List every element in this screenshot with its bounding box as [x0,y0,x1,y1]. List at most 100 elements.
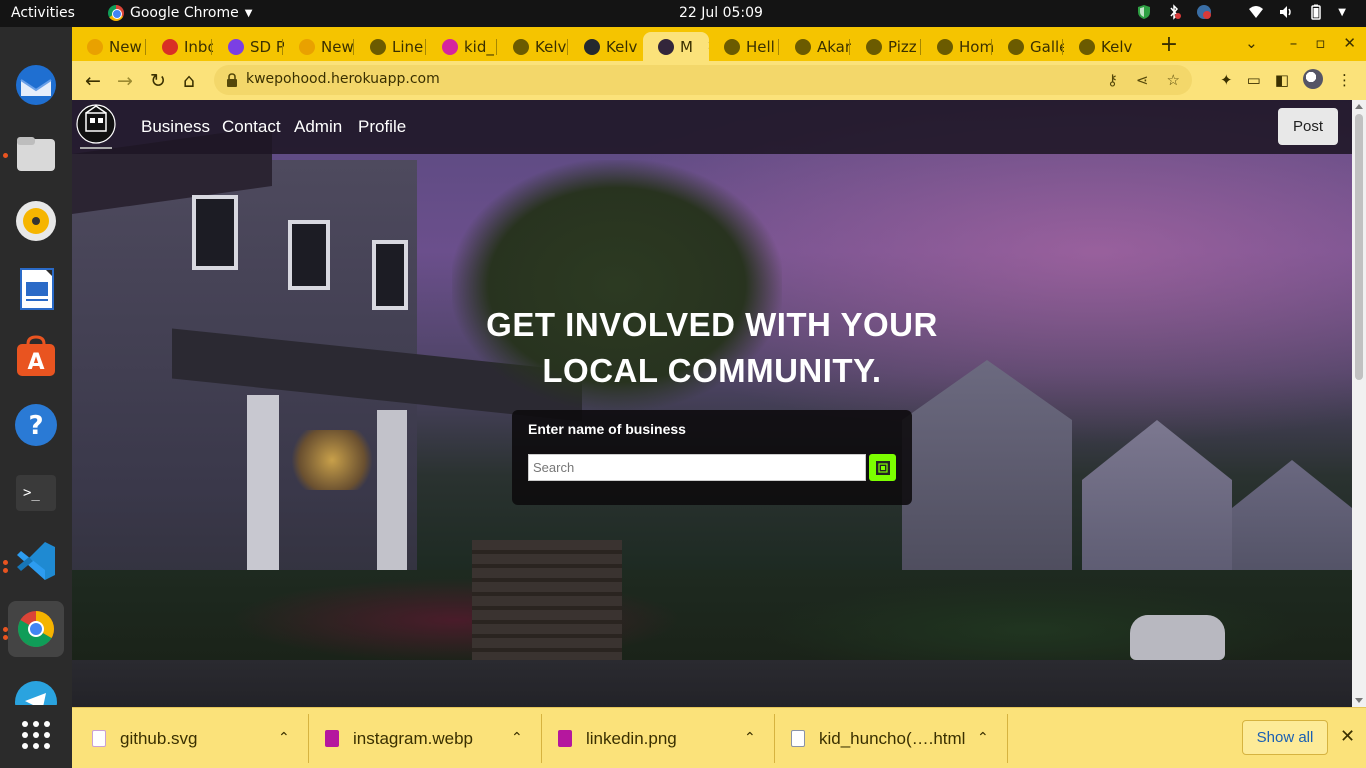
scroll-down-arrow-icon[interactable] [1355,698,1363,703]
forward-button[interactable]: → [112,68,138,94]
minimize-button[interactable]: – [1290,34,1298,52]
bluetooth-icon[interactable] [1166,4,1182,20]
home-button[interactable]: ⌂ [176,68,202,94]
nav-link-business[interactable]: Business [141,117,210,137]
nav-link-admin[interactable]: Admin [294,117,342,137]
dock-item-software[interactable]: A [8,329,64,385]
profile-avatar-icon[interactable] [1303,69,1323,89]
business-search-card: Enter name of business [512,410,912,505]
svg-text:A: A [27,350,44,375]
back-button[interactable]: ← [80,68,106,94]
dock-item-chrome[interactable] [8,601,64,657]
download-item[interactable]: instagram.webp [325,708,473,768]
cast-icon[interactable]: ▭ [1247,71,1261,89]
download-item[interactable]: kid_huncho(….html [791,708,965,768]
show-applications-button[interactable] [8,707,64,763]
power-menu-chevron-icon[interactable]: ▼ [1338,7,1346,18]
share-icon[interactable]: ⋖ [1136,71,1149,89]
thunderbird-icon [16,65,56,105]
browser-tab[interactable]: kid_ [427,32,498,61]
close-window-button[interactable]: ✕ [1343,34,1356,52]
window-2 [288,220,330,290]
lock-icon[interactable] [226,72,238,91]
address-bar[interactable]: kwepohood.herokuapp.com ⚷ ⋖ ☆ [214,65,1192,95]
battery-icon[interactable] [1308,4,1324,20]
shield-icon[interactable] [1136,4,1152,20]
hero-title-line-1: GET INVOLVED WITH YOUR [486,306,938,343]
scrollbar-thumb[interactable] [1355,114,1363,380]
browser-tab[interactable]: Akar [780,32,851,61]
volume-icon[interactable] [1278,4,1294,20]
browser-tab[interactable]: Hell [709,32,780,61]
tab-favicon-icon [795,38,811,55]
update-notifier-icon[interactable] [1196,4,1212,20]
new-tab-button[interactable]: + [1157,32,1181,57]
dock-item-files[interactable] [8,126,64,182]
dock-item-writer[interactable] [8,261,64,317]
search-label: Enter name of business [528,421,686,437]
browser-tab[interactable]: New [72,32,143,61]
page-scrollbar[interactable] [1352,100,1366,707]
tab-favicon-icon [658,38,674,55]
browser-tab[interactable]: Line [355,32,427,61]
extensions-puzzle-icon[interactable]: ✦ [1220,71,1233,89]
download-item[interactable]: linkedin.png [558,708,677,768]
dock-item-vscode[interactable] [8,533,64,589]
browser-tab[interactable]: New [284,32,355,61]
search-icon [875,460,890,475]
close-shelf-icon[interactable]: ✕ [1340,726,1355,747]
browser-tab[interactable]: Kelv [1064,32,1135,61]
dock-item-rhythmbox[interactable] [8,193,64,249]
post-button[interactable]: Post [1278,108,1338,145]
tab-label: New [321,37,354,56]
site-logo[interactable] [74,103,118,151]
tab-label: New [109,37,142,56]
browser-tab[interactable]: Pizz [851,32,922,61]
tab-favicon-icon [228,38,244,55]
tab-search-chevron-icon[interactable]: ⌄ [1245,34,1258,52]
download-item[interactable]: github.svg [92,708,198,768]
chrome-menu-icon[interactable]: ⋮ [1337,71,1352,89]
system-tray[interactable]: ▼ [1136,4,1346,20]
activities-button[interactable]: Activities [11,5,75,21]
tab-label: Hom [959,37,993,56]
browser-tab[interactable]: Kelv [498,32,569,61]
dock-item-thunderbird[interactable] [8,57,64,113]
browser-tab[interactable]: Kelv [569,32,643,61]
dock-item-help[interactable]: ? [8,397,64,453]
business-search-input[interactable] [528,454,866,481]
vscode-icon [17,542,55,580]
house-right-1 [902,360,1072,600]
clock[interactable]: 22 Jul 05:09 [679,5,763,21]
dock-item-telegram[interactable] [8,675,64,705]
maximize-button[interactable]: ▫ [1315,34,1325,52]
image-file-icon [325,730,339,747]
browser-tab[interactable]: SD P [213,32,284,61]
browser-tab[interactable]: Inbo [147,32,213,61]
nav-link-profile[interactable]: Profile [358,117,406,137]
tab-label: Galle [1030,37,1064,56]
browser-tab[interactable]: M✕ [643,32,709,61]
terminal-icon: >_ [16,475,56,511]
key-icon[interactable]: ⚷ [1107,71,1118,89]
search-submit-button[interactable] [869,454,896,481]
browser-tab[interactable]: Hom [922,32,993,61]
bookmark-star-icon[interactable]: ☆ [1167,71,1180,89]
browser-tab[interactable]: Galle [993,32,1064,61]
wifi-icon[interactable] [1248,4,1264,20]
scroll-up-arrow-icon[interactable] [1355,104,1363,109]
tab-favicon-icon [1008,38,1024,55]
side-panel-icon[interactable]: ◧ [1275,71,1289,89]
download-options-chevron-icon[interactable]: ⌃ [977,730,989,746]
reload-button[interactable]: ↻ [145,68,171,94]
nav-link-contact[interactable]: Contact [222,117,281,137]
download-options-chevron-icon[interactable]: ⌃ [278,730,290,746]
dock-item-terminal[interactable]: >_ [8,465,64,521]
tab-favicon-icon [937,38,953,55]
download-options-chevron-icon[interactable]: ⌃ [744,730,756,746]
app-menu[interactable]: Google Chrome ▼ [108,5,252,21]
tab-favicon-icon [162,38,178,55]
download-options-chevron-icon[interactable]: ⌃ [511,730,523,746]
parked-car [1130,615,1225,660]
show-all-downloads-button[interactable]: Show all [1242,720,1328,755]
